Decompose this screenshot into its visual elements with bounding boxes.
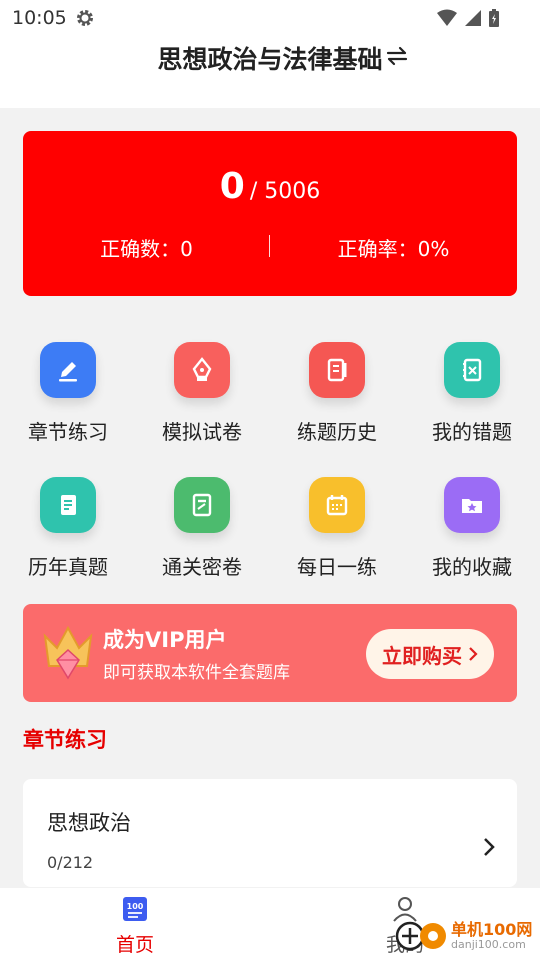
page-title: 思想政治与法律基础	[157, 45, 383, 74]
buy-now-label: 立即购买	[382, 643, 462, 668]
swap-subject-icon[interactable]	[385, 46, 409, 66]
menu-past-exams[interactable]: 历年真题	[8, 477, 128, 580]
watermark-name: 单机100网	[451, 920, 533, 940]
notebook-pen-icon	[309, 342, 365, 398]
edit-list-icon	[40, 342, 96, 398]
title-bar: 思想政治与法律基础	[0, 36, 540, 108]
chapter-progress: 0/212	[47, 853, 94, 872]
crown-diamond-icon	[43, 625, 93, 680]
pen-nib-icon	[174, 342, 230, 398]
svg-text:100: 100	[127, 902, 144, 911]
calendar-icon	[309, 477, 365, 533]
status-bar: 10:05	[0, 0, 540, 36]
menu-label: 章节练习	[28, 420, 108, 444]
watermark-logo-icon	[395, 921, 446, 951]
vip-title: 成为VIP用户	[103, 628, 227, 652]
menu-my-favorites[interactable]: 我的收藏	[412, 477, 532, 580]
menu-daily-practice[interactable]: 每日一练	[277, 477, 397, 580]
score-card: 0 / 5006 正确数：0 正确率：0%	[23, 131, 517, 296]
home-book-icon: 100	[123, 897, 147, 921]
correct-rate: 正确率：0%	[337, 237, 450, 261]
signal-icon	[465, 10, 481, 26]
menu-mock-exam[interactable]: 模拟试卷	[142, 342, 262, 445]
menu-label: 我的错题	[432, 420, 512, 444]
chevron-right-icon	[484, 838, 495, 856]
wifi-icon	[437, 9, 457, 26]
chevron-right-icon	[469, 647, 478, 661]
section-title: 章节练习	[23, 728, 107, 752]
watermark-url: danji100.com	[451, 937, 526, 951]
battery-icon	[489, 9, 499, 27]
chapter-name: 思想政治	[47, 811, 131, 835]
menu-label: 每日一练	[297, 555, 377, 579]
menu-label: 历年真题	[28, 555, 108, 579]
status-indicators	[436, 8, 500, 28]
settings-gear-icon	[77, 10, 93, 26]
menu-wrong-questions[interactable]: 我的错题	[412, 342, 532, 445]
menu-chapter-practice[interactable]: 章节练习	[8, 342, 128, 445]
chapter-card[interactable]: 思想政治 0/212	[23, 779, 517, 887]
nav-home-label: 首页	[115, 934, 154, 956]
vip-subtitle: 即可获取本软件全套题库	[103, 663, 290, 683]
correct-count: 正确数：0	[100, 237, 193, 261]
wrong-book-icon	[444, 342, 500, 398]
watermark: 单机100网 danji100.com	[395, 916, 532, 956]
menu-label: 模拟试卷	[162, 420, 242, 444]
document-icon	[40, 477, 96, 533]
vip-banner[interactable]: 成为VIP用户 即可获取本软件全套题库 立即购买	[23, 604, 517, 702]
total-count: / 5006	[249, 179, 321, 204]
buy-now-button[interactable]: 立即购买	[366, 629, 494, 679]
menu-label: 我的收藏	[432, 555, 512, 579]
menu-practice-history[interactable]: 练题历史	[277, 342, 397, 445]
star-folder-icon	[444, 477, 500, 533]
score-paper-icon	[174, 477, 230, 533]
nav-home[interactable]: 100 首页	[75, 896, 195, 957]
menu-label: 练题历史	[297, 420, 377, 444]
menu-label: 通关密卷	[162, 555, 242, 579]
menu-secret-papers[interactable]: 通关密卷	[142, 477, 262, 580]
answered-count: 0	[219, 166, 245, 207]
score-summary: 0 / 5006	[23, 166, 517, 207]
status-time: 10:05	[12, 7, 67, 29]
